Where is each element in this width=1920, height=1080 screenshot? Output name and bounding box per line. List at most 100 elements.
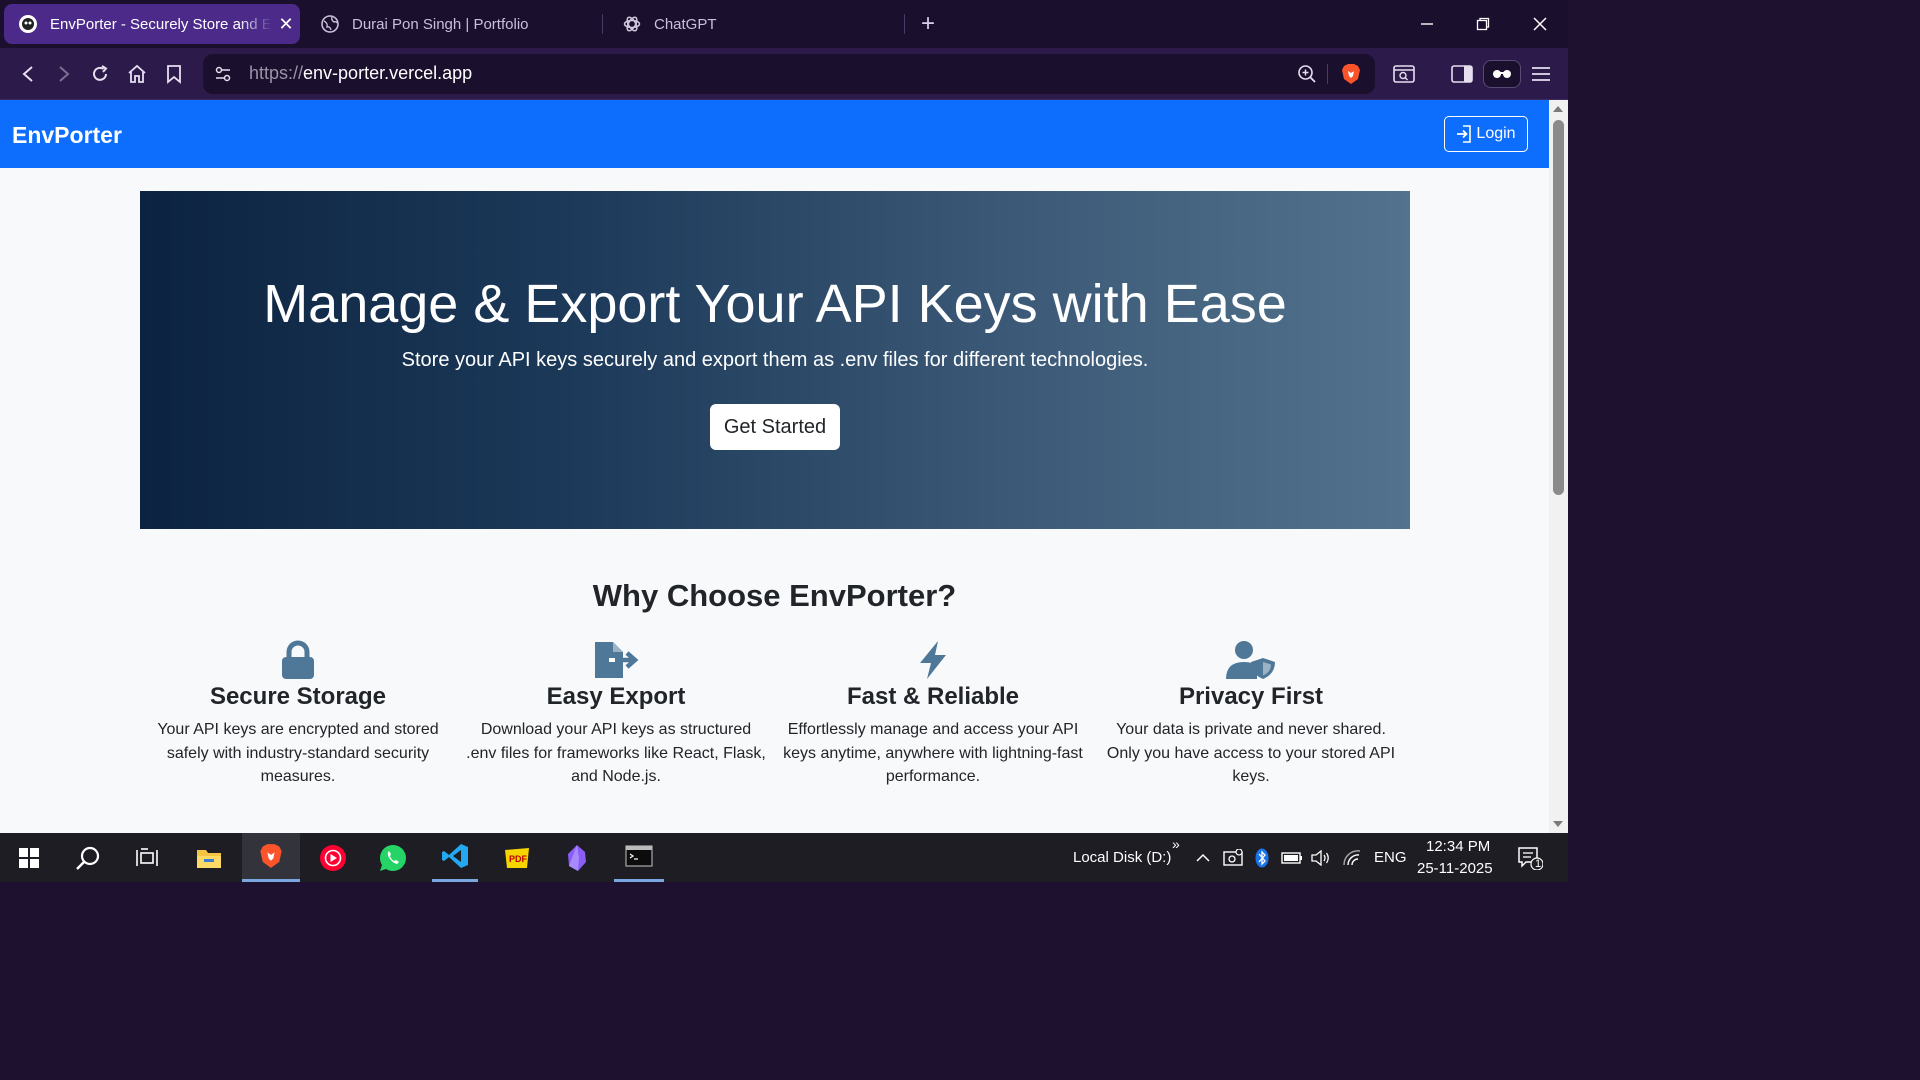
home-icon <box>128 64 146 83</box>
toolbar-overflow[interactable]: » <box>1172 836 1180 852</box>
bookmark-button[interactable] <box>160 60 188 88</box>
new-tab-button[interactable]: + <box>914 10 942 38</box>
windows-logo-icon <box>19 847 39 868</box>
bluetooth-icon <box>1255 848 1269 867</box>
vscode-button[interactable] <box>432 833 478 882</box>
feature-title: Easy Export <box>546 683 686 710</box>
forward-button[interactable] <box>50 60 78 88</box>
search-icon <box>76 846 100 870</box>
folder-icon <box>197 849 221 868</box>
zoom-icon[interactable] <box>1295 62 1319 86</box>
terminal-icon <box>625 845 653 867</box>
terminal-button[interactable] <box>614 833 664 882</box>
tab-title: EnvPorter - Securely Store and Export <box>50 15 272 33</box>
user-shield-icon <box>1101 636 1401 680</box>
wifi-icon <box>1343 849 1361 865</box>
feature-title: Privacy First <box>1178 683 1324 710</box>
tray-app-icon[interactable] <box>1220 833 1246 882</box>
page-viewport: EnvPorter Login Manage & Export Your API… <box>0 100 1549 833</box>
bookmark-icon <box>167 65 181 84</box>
url-text: https://env-porter.vercel.app <box>249 63 472 84</box>
pdf-reader-button[interactable]: PDF <box>494 833 540 882</box>
site-brand[interactable]: EnvPorter <box>12 122 122 149</box>
feature-title: Secure Storage <box>209 683 387 710</box>
lock-icon <box>148 636 448 680</box>
tab-envporter[interactable]: EnvPorter - Securely Store and Export ✕ <box>4 4 300 44</box>
battery-button[interactable] <box>1279 833 1305 882</box>
reading-list-button[interactable] <box>1390 60 1418 88</box>
bluetooth-button[interactable] <box>1252 833 1272 882</box>
private-profile-button[interactable] <box>1483 60 1521 88</box>
scroll-up-icon[interactable] <box>1553 106 1563 112</box>
get-started-button[interactable]: Get Started <box>710 404 840 450</box>
close-icon <box>1533 17 1547 31</box>
login-button[interactable]: Login <box>1444 116 1528 152</box>
restore-icon <box>1476 17 1490 31</box>
brave-shields-icon[interactable] <box>1339 62 1363 86</box>
close-window-button[interactable] <box>1512 0 1568 48</box>
youtube-music-button[interactable] <box>310 833 356 882</box>
home-button[interactable] <box>123 60 151 88</box>
feature-text: Effortlessly manage and access your API … <box>783 721 1083 785</box>
tab-divider <box>602 14 603 34</box>
tab-title: ChatGPT <box>654 15 717 33</box>
file-export-icon <box>466 636 766 680</box>
url-host: env-porter.vercel.app <box>303 63 473 83</box>
volume-icon <box>1311 849 1329 866</box>
search-button[interactable] <box>64 833 112 882</box>
wifi-button[interactable] <box>1340 833 1364 882</box>
omnibox-divider <box>1327 64 1328 84</box>
obsidian-icon <box>568 844 586 871</box>
tab-portfolio[interactable]: Durai Pon Singh | Portfolio <box>306 4 596 44</box>
envporter-favicon-icon <box>18 14 38 34</box>
pdf-icon: PDF <box>505 847 529 868</box>
local-disk-toolbar[interactable]: Local Disk (D:) <box>1073 849 1171 866</box>
feature-text: Download your API keys as structured .en… <box>466 721 766 785</box>
chatgpt-icon <box>622 14 642 34</box>
whatsapp-button[interactable] <box>370 833 416 882</box>
tab-chatgpt[interactable]: ChatGPT <box>608 4 898 44</box>
youtube-music-icon <box>320 844 346 871</box>
file-explorer-button[interactable] <box>186 833 232 882</box>
start-button[interactable] <box>6 833 52 882</box>
input-language[interactable]: ENG <box>1374 849 1407 866</box>
feature-text: Your API keys are encrypted and stored s… <box>157 721 439 785</box>
site-settings-icon[interactable] <box>211 62 235 86</box>
scrollbar-thumb[interactable] <box>1553 120 1564 495</box>
menu-button[interactable] <box>1527 60 1555 88</box>
bolt-icon <box>783 636 1083 680</box>
clock-date[interactable]: 25-11-2025 <box>1417 860 1493 877</box>
brave-taskbar-button[interactable] <box>242 833 300 882</box>
clock-time[interactable]: 12:34 PM <box>1426 838 1490 855</box>
volume-button[interactable] <box>1309 833 1333 882</box>
tab-title: Durai Pon Singh | Portfolio <box>352 15 529 33</box>
scroll-down-icon[interactable] <box>1553 821 1563 827</box>
feature-card-easy-export: Easy Export Download your API keys as st… <box>466 636 766 789</box>
hero-title: Manage & Export Your API Keys with Ease <box>263 274 1287 334</box>
tab-strip: EnvPorter - Securely Store and Export ✕ … <box>0 0 1568 48</box>
notification-center-button[interactable]: 1 <box>1510 833 1550 882</box>
feature-text: Your data is private and never shared. O… <box>1106 721 1396 785</box>
show-hidden-icons-button[interactable] <box>1192 833 1214 882</box>
close-tab-icon[interactable]: ✕ <box>272 14 300 35</box>
task-view-icon <box>136 847 158 866</box>
hamburger-menu-icon <box>1532 67 1550 81</box>
minimize-button[interactable] <box>1399 0 1455 48</box>
address-bar[interactable]: https://env-porter.vercel.app <box>203 54 1375 94</box>
obsidian-button[interactable] <box>554 833 600 882</box>
page-scrollbar[interactable] <box>1549 100 1568 833</box>
sidebar-icon <box>1451 65 1473 83</box>
reload-button[interactable] <box>86 60 114 88</box>
tab-divider <box>904 14 905 34</box>
restore-button[interactable] <box>1455 0 1511 48</box>
svg-text:PDF: PDF <box>509 854 528 864</box>
sidebar-toggle-button[interactable] <box>1448 60 1476 88</box>
url-scheme: https:// <box>249 63 304 83</box>
reader-mode-icon <box>1393 65 1415 83</box>
whatsapp-icon <box>379 844 406 871</box>
notification-count: 1 <box>1535 858 1542 870</box>
back-button[interactable] <box>14 60 42 88</box>
reload-icon <box>93 65 108 81</box>
brave-browser-icon <box>260 844 282 868</box>
task-view-button[interactable] <box>124 833 170 882</box>
